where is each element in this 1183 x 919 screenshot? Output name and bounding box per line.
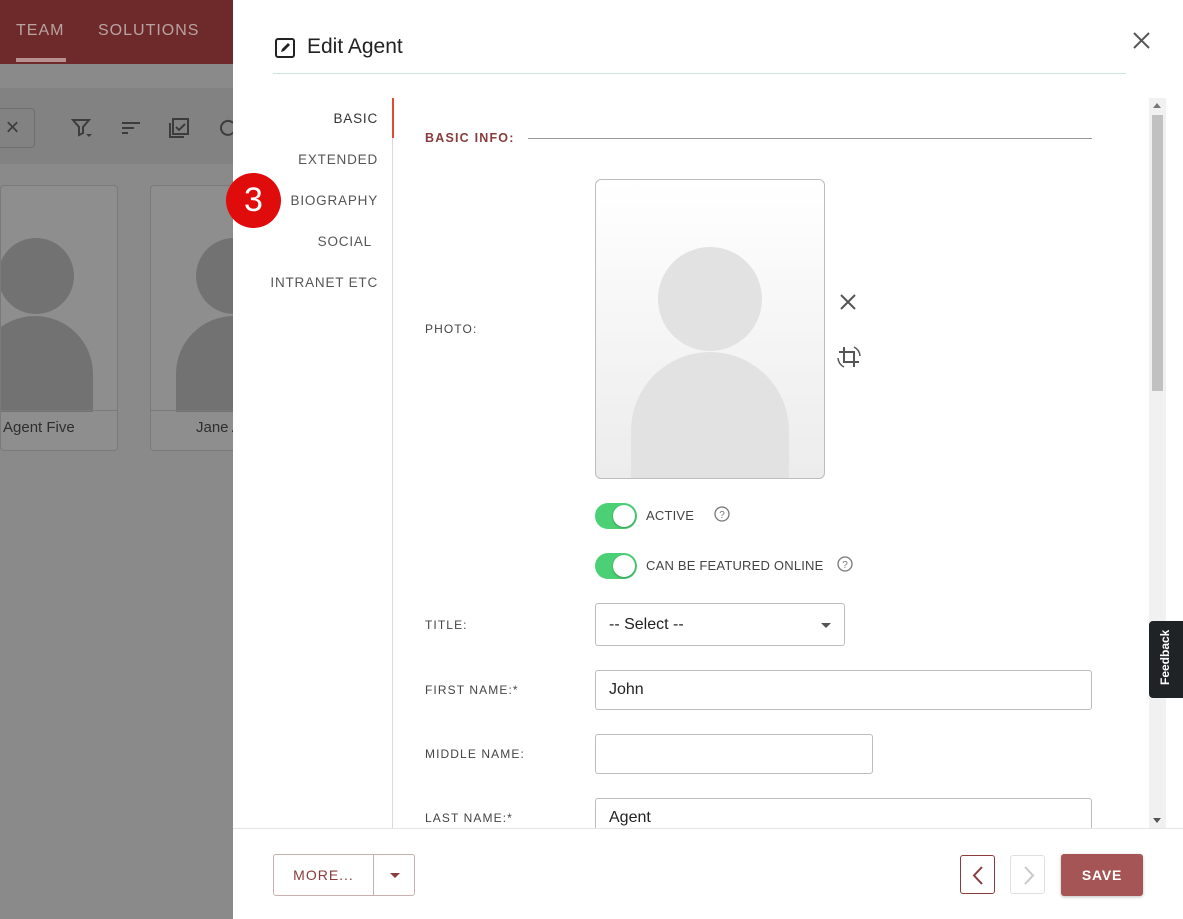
form-content: BASIC INFO: PHOTO: ACTIVE ? CAN BE FEATU… — [394, 98, 1151, 828]
chevron-down-icon — [390, 873, 400, 878]
dialog-title: Edit Agent — [307, 35, 403, 58]
title-select[interactable]: -- Select -- — [595, 603, 845, 646]
title-label: TITLE: — [425, 618, 468, 632]
select-all-icon — [169, 118, 189, 138]
middle-name-field[interactable] — [595, 734, 873, 774]
nav-item-social[interactable]: SOCIAL — [318, 234, 372, 249]
chevron-left-icon — [972, 866, 983, 885]
first-name-field[interactable] — [595, 670, 1092, 710]
tab-team: TEAM — [16, 22, 65, 39]
scroll-up-arrow[interactable] — [1153, 103, 1161, 108]
active-toggle[interactable] — [595, 503, 637, 529]
feedback-label: Feedback — [1158, 629, 1172, 685]
placeholder-avatar-head — [658, 247, 762, 351]
section-divider — [528, 138, 1092, 139]
nav-item-extended[interactable]: EXTENDED — [298, 152, 378, 167]
feedback-tab[interactable]: Feedback — [1149, 621, 1183, 698]
agent-name: Agent Five — [1, 410, 117, 450]
scroll-thumb[interactable] — [1152, 115, 1163, 391]
tab-underline — [16, 58, 66, 62]
remove-photo-icon[interactable] — [837, 291, 859, 313]
sort-icon — [122, 122, 140, 134]
middle-name-label: MIDDLE NAME: — [425, 747, 525, 761]
title-select-value: -- Select -- — [609, 616, 684, 633]
photo-upload[interactable] — [595, 179, 825, 479]
last-name-field[interactable] — [595, 798, 1092, 828]
photo-label: PHOTO: — [425, 322, 478, 336]
tab-solutions: SOLUTIONS — [98, 22, 200, 39]
clear-filter-button: × — [0, 108, 35, 148]
active-label: ACTIVE — [646, 508, 695, 523]
svg-text:?: ? — [719, 510, 725, 521]
previous-button[interactable] — [960, 855, 995, 894]
dialog-header: Edit Agent — [273, 28, 1126, 74]
chevron-down-icon — [821, 623, 831, 628]
more-button[interactable]: MORE... — [273, 854, 374, 896]
nav-item-basic[interactable]: BASIC — [333, 111, 378, 126]
chevron-right-icon — [1024, 866, 1035, 885]
agent-card: Agent Five — [0, 185, 118, 451]
section-nav: BASIC EXTENDED BIOGRAPHY SOCIAL INTRANET… — [270, 98, 394, 828]
placeholder-avatar-body — [631, 352, 789, 478]
nav-item-biography[interactable]: BIOGRAPHY — [291, 193, 378, 208]
first-name-label: FIRST NAME:* — [425, 683, 519, 697]
step-badge: 3 — [226, 173, 281, 228]
avatar-body — [1, 316, 93, 412]
filter-icon — [70, 119, 92, 137]
next-button[interactable] — [1010, 855, 1045, 894]
svg-text:?: ? — [842, 560, 848, 571]
edit-agent-dialog: Edit Agent BASIC EXTENDED BIOGRAPHY SOCI… — [233, 0, 1183, 919]
help-icon[interactable]: ? — [837, 556, 853, 572]
more-dropdown-button[interactable] — [373, 854, 415, 896]
help-icon[interactable]: ? — [714, 506, 730, 522]
last-name-label: LAST NAME:* — [425, 811, 513, 825]
section-title: BASIC INFO: — [425, 131, 515, 145]
nav-item-intranet[interactable]: INTRANET ETC — [270, 275, 378, 290]
featured-toggle[interactable] — [595, 553, 637, 579]
scroll-down-arrow[interactable] — [1153, 818, 1161, 823]
crop-icon[interactable] — [836, 344, 862, 370]
scrollbar[interactable] — [1149, 98, 1166, 828]
avatar — [1, 238, 74, 314]
save-button[interactable]: SAVE — [1061, 854, 1143, 896]
dialog-footer: MORE... SAVE — [233, 828, 1183, 919]
close-icon[interactable] — [1129, 28, 1155, 54]
edit-icon — [275, 38, 295, 58]
featured-label: CAN BE FEATURED ONLINE — [646, 558, 824, 573]
